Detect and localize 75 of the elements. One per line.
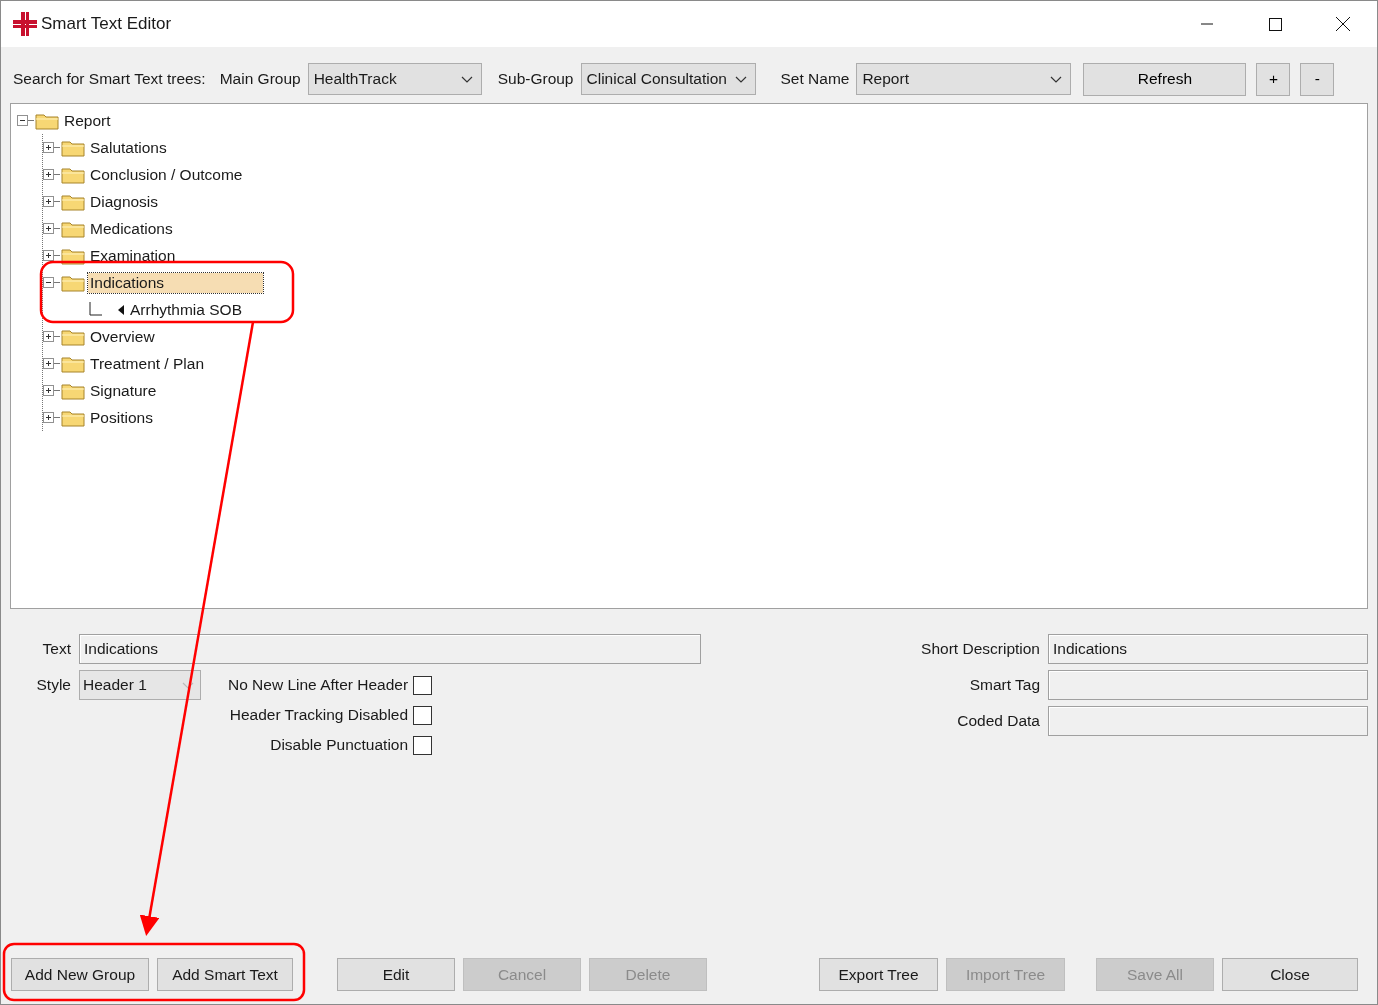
add-button[interactable]: + — [1256, 62, 1291, 96]
folder-icon — [35, 111, 59, 130]
expand-icon[interactable] — [43, 223, 61, 234]
checkbox-label: No New Line After Header — [228, 676, 409, 694]
action-button[interactable]: Edit — [337, 958, 455, 991]
folder-icon — [61, 381, 85, 400]
checkbox[interactable] — [413, 675, 433, 695]
folder-icon — [61, 408, 85, 427]
input-field[interactable] — [1048, 670, 1368, 700]
filter-label: Set Name — [780, 70, 850, 88]
folder-icon — [61, 138, 85, 157]
action-button[interactable]: Close — [1222, 958, 1358, 991]
expand-icon[interactable] — [43, 331, 61, 342]
tree-connector-icon — [89, 301, 105, 318]
close-icon — [1336, 17, 1350, 31]
folder-icon — [61, 354, 85, 373]
filter-label: Sub-Group — [497, 70, 574, 88]
action-button[interactable]: Add New Group — [11, 958, 149, 991]
maximize-icon — [1268, 17, 1282, 31]
style-dropdown[interactable]: Header 1 — [79, 670, 201, 700]
expand-icon[interactable] — [43, 358, 61, 369]
tree-item[interactable]: Positions — [88, 407, 155, 428]
action-button[interactable]: Add Smart Text — [157, 958, 293, 991]
caret-left-icon — [117, 303, 125, 316]
checkbox-label: Disable Punctuation — [270, 736, 409, 754]
tree-item[interactable]: Diagnosis — [88, 191, 161, 212]
field-label: Short Description — [920, 640, 1041, 658]
app-cross-icon — [13, 12, 37, 36]
expand-icon[interactable] — [43, 142, 61, 153]
window-title: Smart Text Editor — [41, 14, 173, 34]
action-button[interactable]: Export Tree — [819, 958, 938, 991]
style-label: Style — [35, 675, 72, 695]
filter-dropdown[interactable]: Clinical Consultation — [580, 63, 756, 95]
input-field[interactable]: Indications — [1048, 634, 1368, 664]
chevron-down-icon — [734, 75, 747, 83]
checkbox[interactable] — [413, 705, 433, 725]
tree-item[interactable]: Treatment / Plan — [88, 353, 206, 374]
folder-icon — [61, 192, 85, 211]
tree-item[interactable]: Signature — [88, 380, 159, 401]
folder-icon — [61, 219, 85, 238]
folder-icon — [61, 273, 85, 292]
text-field[interactable]: Indications — [79, 634, 701, 664]
checkbox[interactable] — [413, 735, 433, 755]
folder-icon — [61, 327, 85, 346]
filter-label: Main Group — [219, 70, 301, 88]
tree-item[interactable]: Salutations — [88, 137, 169, 158]
expand-icon[interactable] — [43, 196, 61, 207]
input-field[interactable] — [1048, 706, 1368, 736]
expand-icon[interactable] — [43, 385, 61, 396]
tree-item[interactable]: Overview — [88, 326, 157, 347]
expand-icon[interactable] — [43, 169, 61, 180]
tree-item[interactable]: Report — [62, 110, 113, 131]
chevron-down-icon — [460, 75, 473, 83]
tree-item[interactable]: Indications — [88, 272, 263, 293]
tree-item[interactable]: Arrhythmia SOB — [128, 299, 244, 320]
expand-icon[interactable] — [43, 250, 61, 261]
folder-icon — [61, 165, 85, 184]
text-label: Text — [41, 640, 72, 658]
filter-dropdown[interactable]: Report — [856, 63, 1072, 95]
search-label: Search for Smart Text trees: — [13, 70, 206, 88]
expand-icon[interactable] — [43, 412, 61, 423]
refresh-button[interactable]: Refresh — [1083, 62, 1247, 96]
minimize-icon — [1201, 23, 1213, 25]
checkbox-label: Header Tracking Disabled — [229, 706, 409, 724]
collapse-icon[interactable] — [17, 115, 35, 126]
field-label: Coded Data — [956, 712, 1041, 730]
collapse-icon[interactable] — [43, 277, 61, 288]
tree-item[interactable]: Examination — [88, 245, 178, 266]
field-label: Smart Tag — [968, 676, 1041, 694]
tree-item[interactable]: Medications — [88, 218, 175, 239]
chevron-down-icon — [1050, 75, 1063, 83]
tree-item[interactable]: Conclusion / Outcome — [88, 164, 245, 185]
filter-dropdown[interactable]: HealthTrack — [307, 63, 482, 95]
chevron-down-icon — [182, 681, 194, 689]
remove-button[interactable]: - — [1300, 62, 1335, 96]
